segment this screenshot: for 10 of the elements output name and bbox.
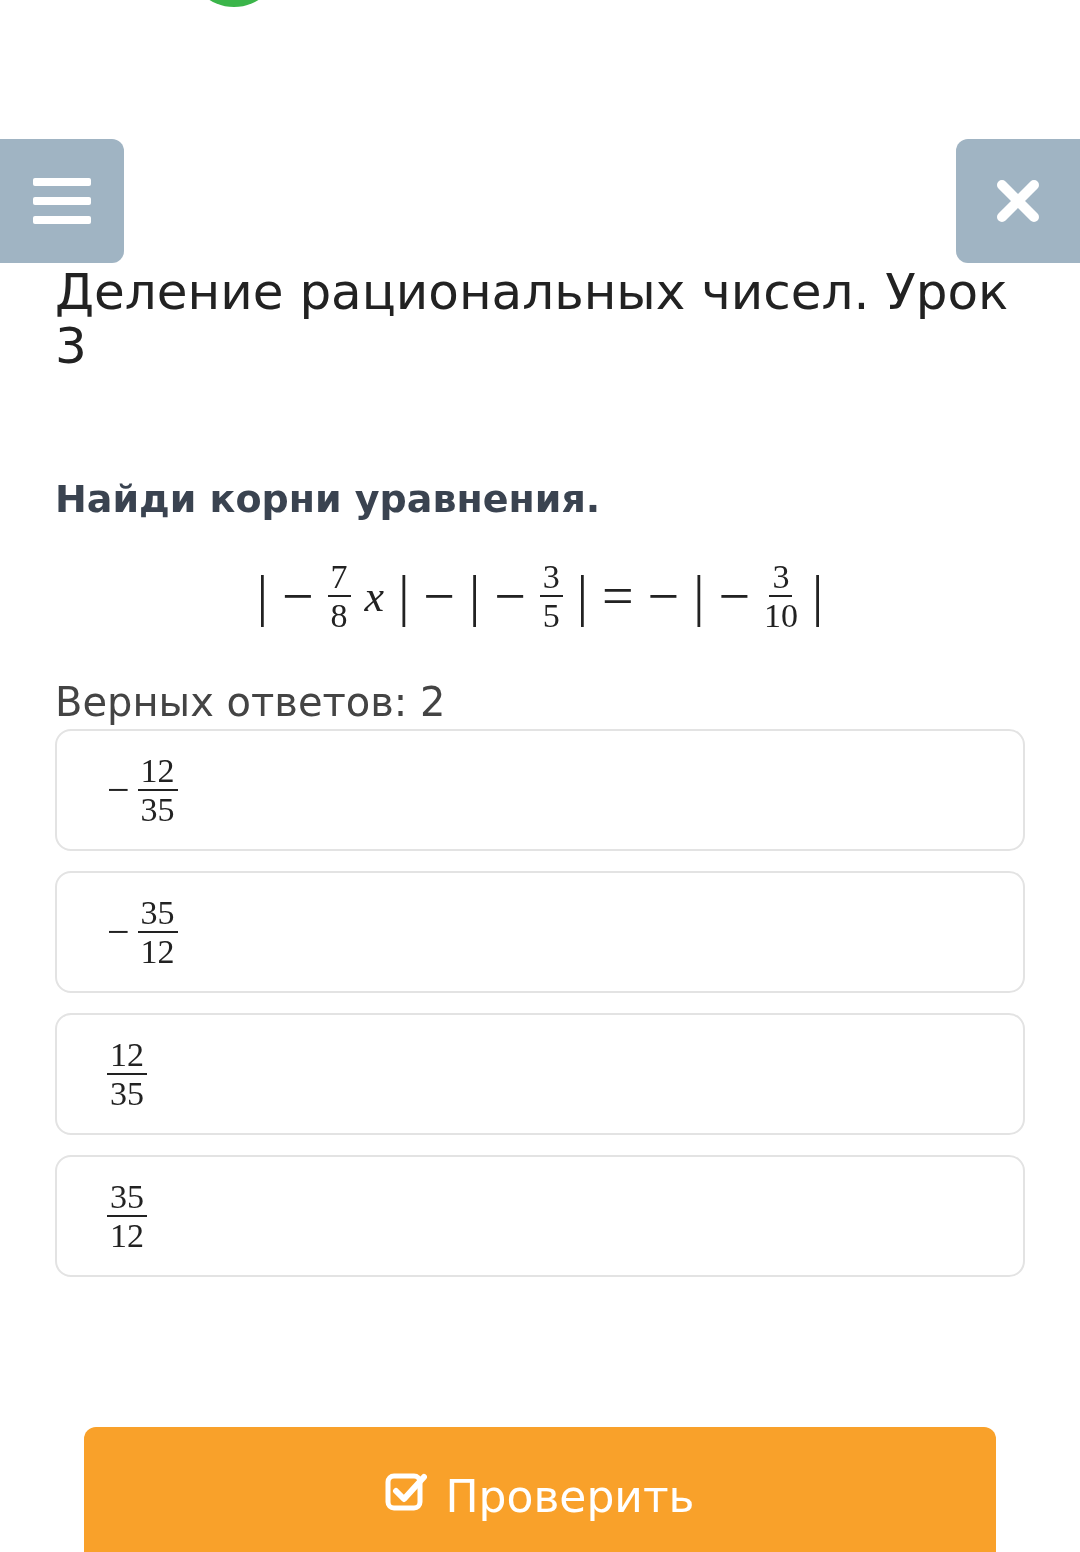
checkbox-icon bbox=[385, 1471, 428, 1511]
answers-count: Верных ответов: 2 bbox=[55, 679, 447, 725]
menu-button[interactable] bbox=[0, 139, 124, 263]
question-text: Найди корни уравнения. bbox=[55, 477, 602, 521]
lesson-title: Деление рациональных чисел. Урок 3 bbox=[55, 265, 1010, 373]
menu-icon bbox=[33, 178, 91, 224]
close-button[interactable] bbox=[956, 139, 1080, 263]
answer-option[interactable]: 12 35 bbox=[55, 1013, 1025, 1135]
answer-option[interactable]: 35 12 bbox=[55, 1155, 1025, 1277]
close-icon bbox=[996, 179, 1040, 223]
